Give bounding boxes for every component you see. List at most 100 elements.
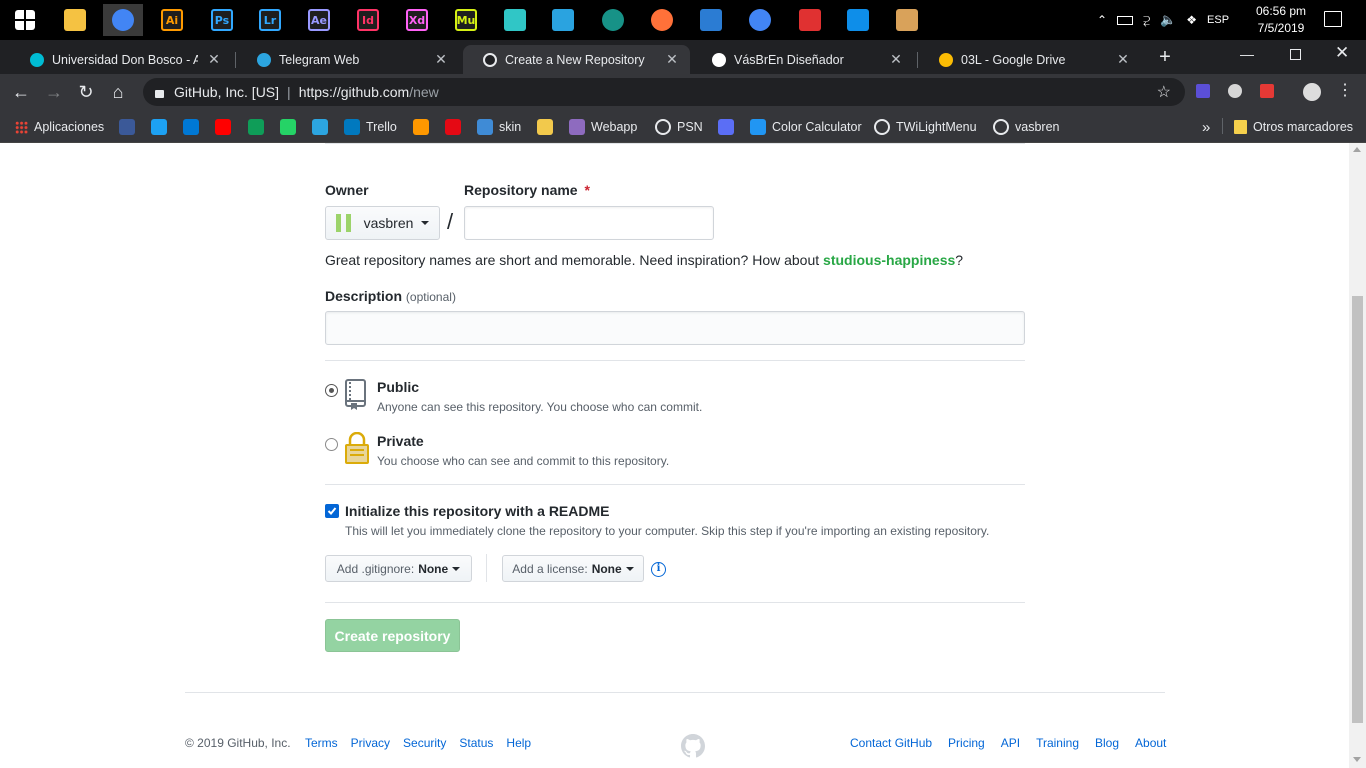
bookmark-item[interactable]: skin — [477, 117, 521, 137]
bookmark-item[interactable] — [280, 117, 296, 137]
blue-app-taskbar-button[interactable] — [543, 4, 583, 36]
footer-link-api[interactable]: API — [1001, 736, 1020, 750]
acrobat-taskbar-button[interactable] — [790, 4, 830, 36]
readme-label[interactable]: Initialize this repository with a README — [345, 503, 609, 519]
license-dropdown[interactable]: Add a license: None — [502, 555, 644, 582]
github-octocat-icon[interactable] — [681, 734, 706, 758]
bookmark-star-icon[interactable]: ☆ — [1157, 82, 1171, 102]
chrome-menu-icon[interactable]: ⋮ — [1337, 80, 1353, 100]
maximize-button[interactable] — [1290, 49, 1301, 60]
tab-close-icon[interactable]: ✕ — [664, 51, 680, 68]
reload-icon[interactable]: ↻ — [72, 78, 100, 106]
bookmark-item[interactable] — [537, 117, 553, 137]
word-document-taskbar-button[interactable] — [691, 4, 731, 36]
clock[interactable]: 06:56 pm 7/5/2019 — [1250, 3, 1312, 37]
paint-taskbar-button[interactable] — [887, 4, 927, 36]
battery-icon[interactable] — [1117, 15, 1134, 25]
photoshop-taskbar-button[interactable]: Ps — [202, 4, 242, 36]
footer-link-training[interactable]: Training — [1036, 736, 1079, 750]
home-icon[interactable]: ⌂ — [104, 78, 132, 106]
footer-link-status[interactable]: Status — [459, 736, 493, 750]
bookmark-item[interactable] — [183, 117, 199, 137]
public-radio[interactable] — [325, 384, 338, 397]
tab-3[interactable]: Create a New Repository ✕ — [463, 45, 690, 74]
tab-4[interactable]: VásBrEn Diseñador ✕ — [692, 45, 914, 74]
owner-dropdown[interactable]: vasbren — [325, 206, 440, 240]
profile-avatar[interactable] — [1303, 83, 1321, 101]
xd-taskbar-button[interactable]: Xd — [397, 4, 437, 36]
chrome-taskbar-button[interactable] — [103, 4, 143, 36]
firefox-taskbar-button[interactable] — [642, 4, 682, 36]
footer-link-security[interactable]: Security — [403, 736, 446, 750]
bookmark-item[interactable] — [151, 117, 167, 137]
readme-checkbox[interactable] — [325, 504, 339, 518]
tab-close-icon[interactable]: ✕ — [433, 51, 449, 68]
extension-2-icon[interactable] — [1228, 84, 1242, 98]
extension-3-icon[interactable] — [1260, 84, 1274, 98]
tab-5[interactable]: 03L - Google Drive ✕ — [919, 45, 1141, 74]
volume-icon[interactable]: 🔈 — [1160, 12, 1176, 28]
other-bookmarks[interactable]: Otros marcadores — [1234, 117, 1353, 137]
minimize-button[interactable]: — — [1240, 46, 1254, 62]
bookmark-item[interactable]: Color Calculator — [750, 117, 862, 137]
chrome-taskbar-button-2[interactable] — [740, 4, 780, 36]
bookmark-item[interactable] — [248, 117, 264, 137]
gitignore-dropdown[interactable]: Add .gitignore: None — [325, 555, 472, 582]
notification-icon[interactable] — [1324, 11, 1342, 27]
footer-link-help[interactable]: Help — [506, 736, 531, 750]
footer-link-terms[interactable]: Terms — [305, 736, 338, 750]
private-radio[interactable] — [325, 438, 338, 451]
bookmarks-overflow-button[interactable]: » — [1202, 117, 1210, 137]
file-explorer-taskbar-button[interactable] — [55, 4, 95, 36]
tab-close-icon[interactable]: ✕ — [888, 51, 904, 68]
bookmark-item[interactable]: Trello — [344, 117, 397, 137]
new-tab-button[interactable]: + — [1154, 46, 1176, 68]
gitkraken-taskbar-button[interactable] — [593, 4, 633, 36]
license-info-icon[interactable]: i — [651, 562, 666, 577]
footer-link-blog[interactable]: Blog — [1095, 736, 1119, 750]
wifi-icon[interactable]: ⥻ — [1143, 13, 1150, 28]
teamviewer-taskbar-button[interactable] — [838, 4, 878, 36]
scroll-down-arrow-icon[interactable] — [1353, 757, 1361, 762]
bookmark-item[interactable] — [119, 117, 135, 137]
address-bar[interactable]: GitHub, Inc. [US] | https://github.com/n… — [143, 78, 1185, 106]
extension-1-icon[interactable] — [1196, 84, 1210, 98]
indesign-taskbar-button[interactable]: Id — [348, 4, 388, 36]
tab-2[interactable]: Telegram Web ✕ — [237, 45, 459, 74]
chevron-up-icon[interactable]: ⌃ — [1097, 13, 1107, 27]
lightroom-taskbar-button[interactable]: Lr — [250, 4, 290, 36]
create-repository-button[interactable]: Create repository — [325, 619, 460, 652]
tab-close-icon[interactable]: ✕ — [206, 51, 222, 68]
bookmark-item[interactable]: TWiLightMenu — [874, 117, 977, 137]
suggested-name-link[interactable]: studious-happiness — [823, 252, 955, 268]
footer-link-pricing[interactable]: Pricing — [948, 736, 985, 750]
repo-name-input[interactable] — [464, 206, 714, 240]
bookmark-item[interactable] — [413, 117, 429, 137]
bookmark-item[interactable] — [215, 117, 231, 137]
scrollbar-thumb[interactable] — [1352, 296, 1363, 723]
description-input[interactable] — [325, 311, 1025, 345]
windows-start-taskbar-button[interactable] — [5, 4, 45, 36]
language-indicator[interactable]: ESP — [1207, 14, 1229, 26]
footer-link-privacy[interactable]: Privacy — [351, 736, 390, 750]
after-effects-taskbar-button[interactable]: Ae — [299, 4, 339, 36]
dropbox-icon[interactable]: ❖ — [1186, 13, 1197, 27]
forward-arrow-icon[interactable]: → — [40, 78, 68, 106]
tab-1[interactable]: Universidad Don Bosco - Aula ✕ — [10, 45, 232, 74]
bookmark-item[interactable]: vasbren — [993, 117, 1059, 137]
apps-shortcut[interactable]: Aplicaciones — [15, 117, 104, 137]
muse-taskbar-button[interactable]: Mu — [446, 4, 486, 36]
back-arrow-icon[interactable]: ← — [7, 78, 35, 106]
bookmark-item[interactable] — [445, 117, 461, 137]
bookmark-item[interactable]: Webapp — [569, 117, 637, 137]
bookmark-item[interactable] — [718, 117, 734, 137]
bookmark-item[interactable]: PSN — [655, 117, 703, 137]
lock-icon[interactable] — [155, 90, 164, 98]
illustrator-taskbar-button[interactable]: Ai — [152, 4, 192, 36]
scroll-up-arrow-icon[interactable] — [1353, 147, 1361, 152]
bookmark-item[interactable] — [312, 117, 328, 137]
teal-app-taskbar-button[interactable] — [495, 4, 535, 36]
footer-link-contact-github[interactable]: Contact GitHub — [850, 736, 932, 750]
tab-close-icon[interactable]: ✕ — [1115, 51, 1131, 68]
close-window-button[interactable]: ✕ — [1335, 43, 1349, 63]
